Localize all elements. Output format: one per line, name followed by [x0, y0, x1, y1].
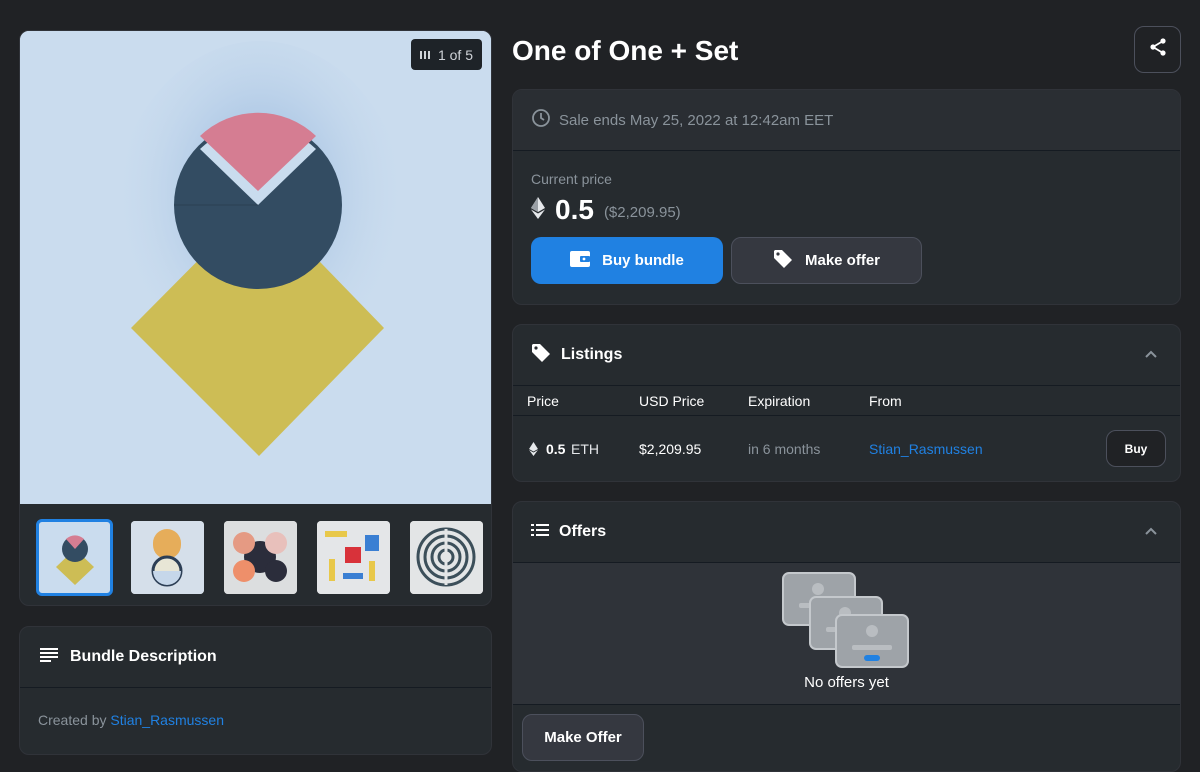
sale-card: Sale ends May 25, 2022 at 12:42am EET Cu…: [512, 89, 1181, 305]
current-price-usd: ($2,209.95): [603, 203, 681, 221]
sale-actions: Buy bundle Make offer: [531, 237, 1162, 284]
sale-ends-text: Sale ends May 25, 2022 at 12:42am EET: [559, 111, 834, 129]
column-price: Price: [527, 392, 559, 409]
created-by-label: Created by: [38, 712, 107, 728]
ethereum-icon: [529, 442, 538, 459]
clock-icon: [531, 108, 551, 132]
share-button[interactable]: [1134, 26, 1181, 73]
buy-bundle-label: Buy bundle: [602, 252, 684, 269]
column-expiration: Expiration: [748, 392, 811, 409]
left-column: 1 of 5 Bundle Description Created by Sti…: [19, 30, 492, 755]
listing-usd: $2,209.95: [639, 441, 702, 457]
current-price-label: Current price: [531, 171, 612, 187]
listing-unit: ETH: [571, 441, 599, 457]
thumbnail-4[interactable]: [317, 521, 390, 594]
bundle-description-body: Created by Stian_Rasmussen: [20, 688, 491, 752]
thumbnail-2[interactable]: [131, 521, 204, 594]
thumbnail-5[interactable]: [410, 521, 483, 594]
creator-link[interactable]: Stian_Rasmussen: [110, 712, 224, 728]
list-icon: [531, 523, 549, 541]
right-column: One of One + Set Sale ends May 25, 2022 …: [512, 26, 1181, 772]
listing-expiration: in 6 months: [748, 441, 821, 457]
table-row: 0.5 ETH $2,209.95 in 6 months Stian_Rasm…: [513, 416, 1180, 481]
sale-body: Current price 0.5 ($2,209.95) Buy bundle: [513, 151, 1180, 304]
tag-icon: [531, 343, 551, 368]
offers-title: Offers: [559, 523, 607, 540]
listing-price: 0.5: [546, 441, 566, 457]
image-counter-text: 1 of 5: [437, 46, 473, 63]
listing-from-link[interactable]: Stian_Rasmussen: [869, 441, 983, 457]
column-usd-price: USD Price: [639, 392, 705, 409]
main-artwork-image[interactable]: 1 of 5: [20, 31, 491, 504]
share-icon: [1148, 37, 1168, 62]
listings-card: Listings Price USD Price Expiration From…: [512, 324, 1181, 482]
artwork-graphic: [20, 31, 491, 504]
grid-icon: [419, 47, 432, 63]
current-price-value: 0.5: [555, 194, 594, 225]
bundle-description-title: Bundle Description: [70, 648, 217, 665]
thumbnail-1[interactable]: [36, 519, 113, 596]
page-title: One of One + Set: [512, 35, 739, 66]
empty-offers-illustration: [782, 572, 909, 668]
lines-icon: [40, 647, 58, 667]
listings-table-header: Price USD Price Expiration From: [513, 386, 1180, 416]
chevron-up-icon[interactable]: [1144, 524, 1158, 543]
ethereum-icon: [531, 196, 545, 224]
offers-empty-state: No offers yet: [513, 563, 1180, 705]
column-from: From: [869, 392, 902, 409]
no-offers-text: No offers yet: [804, 674, 889, 691]
offers-header[interactable]: Offers: [513, 502, 1180, 563]
chevron-up-icon[interactable]: [1144, 347, 1158, 366]
thumbnail-strip: [36, 519, 483, 596]
tag-icon: [773, 249, 793, 273]
thumbnail-3[interactable]: [224, 521, 297, 594]
make-offer-bottom-button[interactable]: Make Offer: [522, 714, 644, 761]
make-offer-button[interactable]: Make offer: [731, 237, 922, 284]
buy-bundle-button[interactable]: Buy bundle: [531, 237, 723, 284]
listings-title: Listings: [561, 346, 623, 363]
bundle-description-card: Bundle Description Created by Stian_Rasm…: [19, 626, 492, 755]
media-card: 1 of 5: [19, 30, 492, 606]
listings-header[interactable]: Listings: [513, 325, 1180, 386]
image-counter-badge: 1 of 5: [410, 39, 482, 70]
make-offer-label: Make offer: [804, 252, 881, 269]
wallet-icon: [570, 250, 591, 271]
sale-end-row: Sale ends May 25, 2022 at 12:42am EET: [513, 90, 1180, 151]
offers-card: Offers No offers yet Make Offer: [512, 501, 1181, 772]
listing-buy-button[interactable]: Buy: [1106, 430, 1166, 467]
bundle-description-header[interactable]: Bundle Description: [20, 627, 491, 688]
price-row: 0.5 ($2,209.95): [531, 193, 1162, 227]
